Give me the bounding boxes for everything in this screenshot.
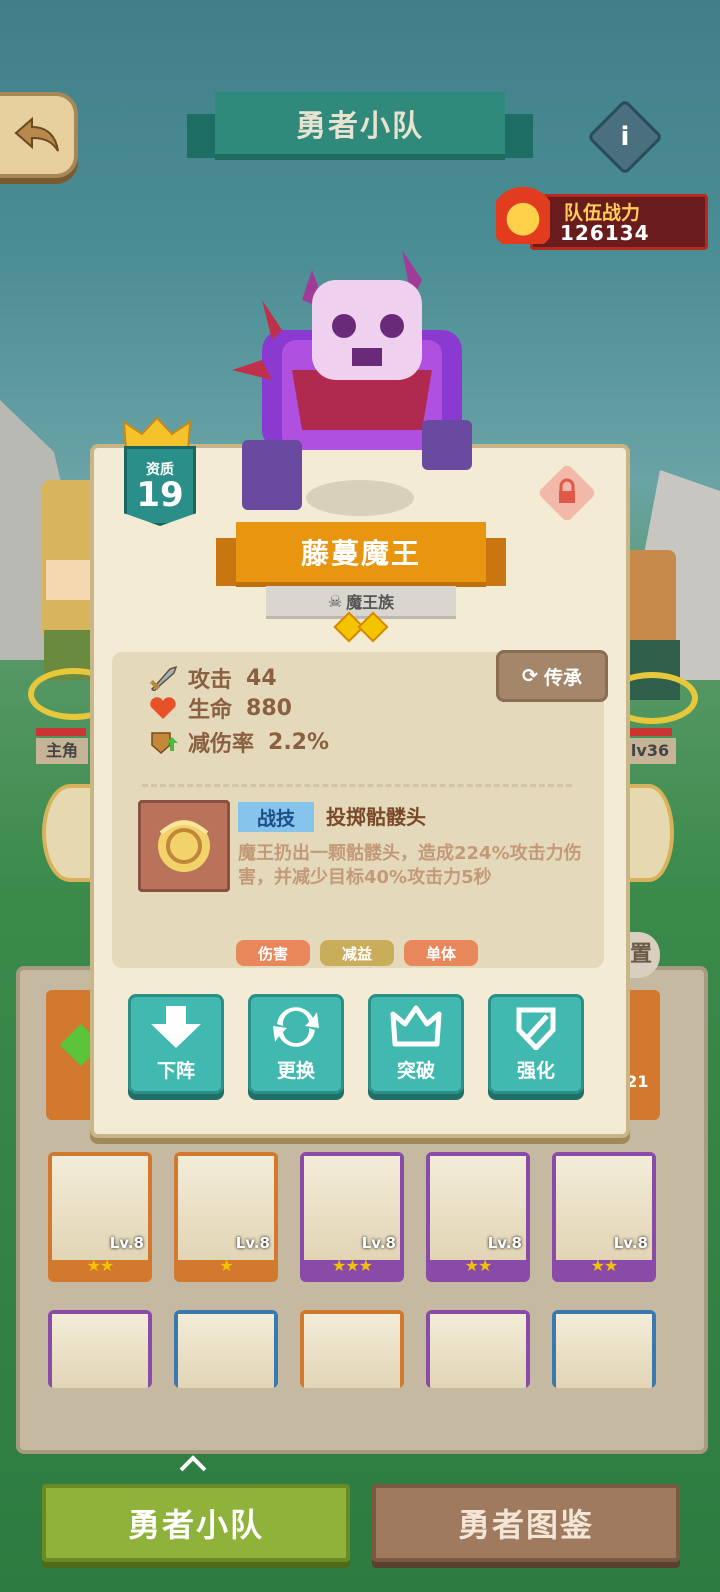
stat-row-reduction: 减伤率 2.2% bbox=[148, 726, 329, 758]
hero-stars: ★★ bbox=[464, 1256, 493, 1275]
skill-icon[interactable] bbox=[138, 800, 230, 892]
hero-stars: ★★ bbox=[590, 1256, 619, 1275]
replace-label: 更换 bbox=[276, 1060, 315, 1082]
hero-card[interactable] bbox=[48, 1310, 152, 1388]
info-icon: i bbox=[620, 122, 630, 152]
stat-label: 减伤率 bbox=[188, 732, 255, 757]
skill-type-badge: 战技 bbox=[238, 802, 314, 832]
hero-card[interactable] bbox=[552, 1310, 656, 1388]
tab-hero-collection[interactable]: 勇者图鉴 bbox=[372, 1484, 680, 1562]
flame-fist-icon bbox=[496, 182, 550, 244]
race-label: 魔王族 bbox=[346, 593, 395, 612]
divider bbox=[142, 784, 572, 787]
chevron-up-icon[interactable] bbox=[178, 1454, 208, 1474]
hero-portrait bbox=[52, 1314, 148, 1388]
breakthrough-label: 突破 bbox=[396, 1060, 435, 1082]
hero-name: 藤蔓魔王 bbox=[236, 522, 486, 587]
unequip-label: 下阵 bbox=[156, 1060, 195, 1082]
crown-outline-icon bbox=[390, 1005, 442, 1047]
lock-icon[interactable] bbox=[537, 463, 597, 523]
hero-card[interactable] bbox=[300, 1310, 404, 1388]
stat-value: 44 bbox=[246, 665, 277, 691]
hero-level: Lv.8 bbox=[613, 1234, 648, 1252]
stat-row-hp: 生命 880 bbox=[148, 692, 292, 724]
hero-portrait bbox=[304, 1314, 400, 1388]
skull-race-icon: ☠ bbox=[327, 591, 343, 611]
left-hp-bar bbox=[36, 728, 86, 736]
hero-name-banner: 藤蔓魔王 bbox=[216, 522, 506, 594]
enhance-button[interactable]: 强化 bbox=[488, 994, 584, 1094]
back-arrow-icon bbox=[14, 116, 59, 152]
left-hero-label: 主角 bbox=[36, 738, 88, 764]
diamond-stars bbox=[333, 611, 389, 643]
right-hero-level: lv36 bbox=[624, 738, 676, 764]
title-banner: 勇者小队 bbox=[187, 92, 533, 162]
down-arrow-icon bbox=[151, 1006, 201, 1048]
hero-card[interactable] bbox=[426, 1310, 530, 1388]
hero-card[interactable] bbox=[174, 1310, 278, 1388]
replace-button[interactable]: 更换 bbox=[248, 994, 344, 1094]
skill-tag-debuff: 减益 bbox=[320, 940, 394, 966]
back-button[interactable] bbox=[0, 92, 78, 178]
hero-level: Lv.8 bbox=[361, 1234, 396, 1252]
hero-portrait bbox=[556, 1314, 652, 1388]
skill-description: 魔王扔出一颗骷髅头，造成224%攻击力伤害，并减少目标40%攻击力5秒 bbox=[238, 843, 582, 888]
refresh-icon bbox=[273, 1007, 319, 1047]
breakthrough-button[interactable]: 突破 bbox=[368, 994, 464, 1094]
hero-stars: ★★ bbox=[86, 1256, 115, 1275]
quality-value: 19 bbox=[136, 475, 184, 515]
hero-stars: ★ bbox=[219, 1256, 233, 1275]
tab-hero-team[interactable]: 勇者小队 bbox=[42, 1484, 350, 1562]
hero-stars: ★★★ bbox=[331, 1256, 373, 1275]
inherit-label: 传承 bbox=[543, 666, 582, 689]
race-tag: ☠ 魔王族 bbox=[266, 586, 456, 619]
sword-icon bbox=[150, 665, 178, 691]
hero-card[interactable]: Lv.8 ★★★ bbox=[300, 1152, 404, 1282]
stat-label: 生命 bbox=[188, 698, 233, 723]
inherit-button[interactable]: ⟳ 传承 bbox=[496, 650, 608, 702]
enhance-label: 强化 bbox=[516, 1060, 555, 1082]
hero-card[interactable]: Lv.8 ★ bbox=[174, 1152, 278, 1282]
right-hp-bar bbox=[626, 728, 672, 736]
shield-icon bbox=[151, 732, 178, 755]
stat-value: 2.2% bbox=[268, 729, 330, 755]
inherit-icon: ⟳ bbox=[522, 665, 538, 687]
stat-label: 攻击 bbox=[188, 668, 233, 693]
hero-level: Lv.8 bbox=[235, 1234, 270, 1252]
monster-portrait bbox=[232, 240, 502, 520]
hero-card[interactable]: Lv.8 ★★ bbox=[552, 1152, 656, 1282]
quality-badge: 资质 19 bbox=[118, 416, 196, 526]
team-power-value: 126134 bbox=[560, 221, 650, 245]
heart-icon bbox=[150, 697, 176, 719]
skill-name: 投掷骷髅头 bbox=[326, 805, 426, 829]
skill-tag-single: 单体 bbox=[404, 940, 478, 966]
hero-card[interactable]: Lv.8 ★★ bbox=[426, 1152, 530, 1282]
hero-card[interactable]: Lv.8 ★★ bbox=[48, 1152, 152, 1282]
info-button[interactable]: i bbox=[586, 98, 664, 176]
shield-sword-icon bbox=[516, 1007, 556, 1050]
stat-value: 880 bbox=[246, 695, 292, 721]
unequip-button[interactable]: 下阵 bbox=[128, 994, 224, 1094]
hero-level: Lv.8 bbox=[487, 1234, 522, 1252]
hero-portrait bbox=[430, 1314, 526, 1388]
team-power-box: 队伍战力 126134 bbox=[494, 180, 712, 250]
page-title: 勇者小队 bbox=[215, 92, 505, 160]
skill-tag-damage: 伤害 bbox=[236, 940, 310, 966]
hero-portrait bbox=[178, 1314, 274, 1388]
right-pet-slot[interactable] bbox=[624, 784, 674, 882]
stat-row-attack: 攻击 44 bbox=[148, 662, 277, 694]
diamond-star-icon bbox=[357, 611, 389, 643]
hero-level: Lv.8 bbox=[109, 1234, 144, 1252]
